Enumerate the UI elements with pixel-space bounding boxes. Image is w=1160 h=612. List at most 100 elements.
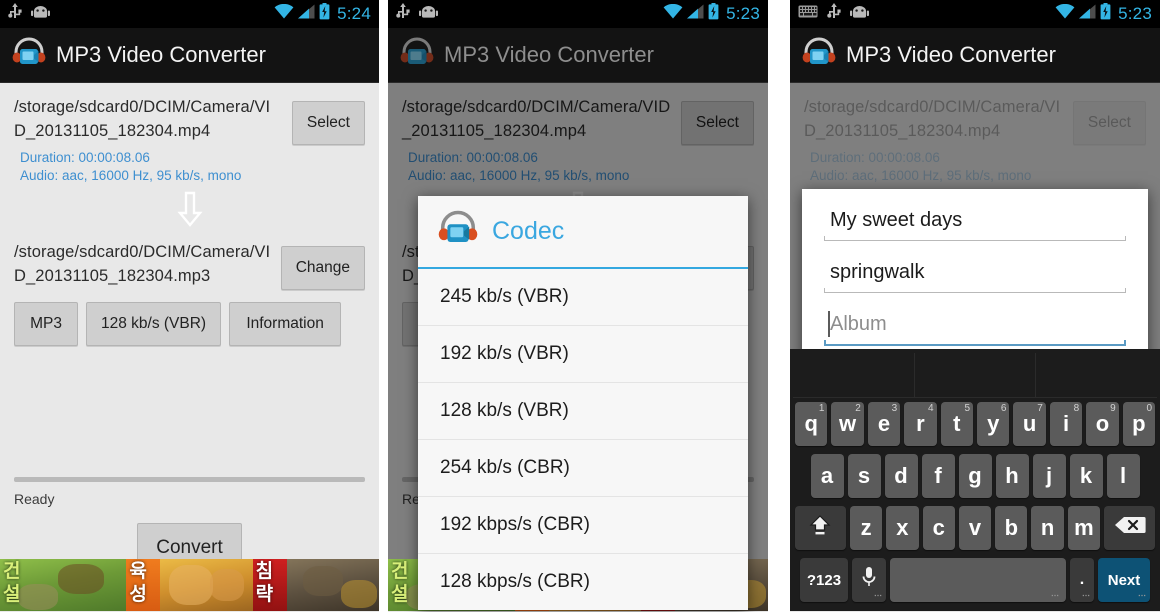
key-f[interactable]: f [921,454,955,498]
key-n[interactable]: n [1031,506,1064,550]
information-button[interactable]: Information [229,302,342,346]
artist-field[interactable]: springwalk [824,255,1126,293]
key-v[interactable]: v [958,506,992,550]
source-duration: Duration: 00:00:08.06 [20,150,150,165]
app-title: MP3 Video Converter [444,42,654,67]
app-logo-icon [400,37,434,74]
signal-icon [687,4,704,24]
key-b[interactable]: b [995,506,1028,550]
status-bar-left-icons [798,3,869,25]
period-key[interactable]: . ⋯ [1070,558,1094,602]
status-bar-left-icons [396,3,438,25]
key-e[interactable]: 3e [867,402,901,446]
main-body: /storage/sdcard0/DCIM/Camera/VID_2013110… [0,83,379,611]
album-field[interactable]: Album [824,307,1126,346]
shift-key[interactable] [795,506,846,550]
suggestion-slot[interactable] [915,353,1037,397]
ad-label: 건설 [391,560,409,605]
phone-panel-main: 5:24 MP3 Video Converter /storage/sdcard… [0,0,379,612]
key-z[interactable]: z [849,506,883,550]
key-d[interactable]: d [884,454,918,498]
key-g[interactable]: g [958,454,992,498]
ad-banner[interactable]: 건설 육성 침략 [0,559,379,611]
battery-charging-icon [1100,3,1111,25]
conversion-arrow [14,191,365,232]
key-l[interactable]: l [1106,454,1140,498]
album-field-underline [824,344,1126,346]
key-c[interactable]: c [922,506,955,550]
codec-option[interactable]: 245 kb/s (VBR) [418,269,748,326]
main-body: /storage/sdcard0/DCIM/Camera/VID_2013110… [790,83,1160,611]
ad-label: 침략 [255,560,274,605]
main-body: /storage/sdcard0/DCIM/Camera/VID_2013110… [388,83,768,611]
key-y[interactable]: 6y [977,402,1010,446]
key-u[interactable]: 7u [1013,402,1046,446]
codec-option[interactable]: 128 kb/s (VBR) [418,383,748,440]
ad-segment[interactable]: 침략 [252,559,379,611]
android-debug-icon [31,5,50,24]
key-q[interactable]: 1q [794,402,828,446]
signal-icon [1079,4,1096,24]
title-field-value: My sweet days [830,209,963,231]
ad-segment[interactable]: 건설 [0,559,127,611]
panel-separator [379,0,388,612]
status-bar: 5:24 [0,0,379,28]
key-e-number: 3 [891,403,898,414]
key-a[interactable]: a [810,454,844,498]
key-q-number: 1 [818,403,825,414]
key-p[interactable]: 0p [1122,402,1156,446]
options-row: MP3 128 kb/s (VBR) Information [14,302,365,346]
title-field[interactable]: My sweet days [824,203,1126,241]
backspace-key[interactable] [1104,506,1155,550]
keyboard-icon [798,5,818,23]
action-bar: MP3 Video Converter [388,28,768,83]
headphones-video-icon [438,210,478,253]
symbols-key[interactable]: ?123 [800,558,848,602]
progress-bar [14,477,365,482]
key-r-number: 4 [928,403,934,414]
usb-icon [396,3,410,25]
key-m[interactable]: m [1067,506,1101,550]
status-bar: 5:23 [790,0,1160,28]
next-key[interactable]: Next ⋯ [1098,558,1150,602]
codec-option[interactable]: 254 kb/s (CBR) [418,440,748,497]
codec-option[interactable]: 192 kbps/s (CBR) [418,497,748,554]
bitrate-button[interactable]: 128 kb/s (VBR) [86,302,222,346]
change-button[interactable]: Change [280,246,365,290]
key-i[interactable]: 8i [1049,402,1083,446]
key-i-number: 8 [1073,403,1080,414]
ad-label: 건설 [3,560,21,605]
codec-option[interactable]: 192 kb/s (VBR) [418,326,748,383]
phone-panel-codec: 5:23 MP3 Video Converter /storage/sdcard… [388,0,768,612]
codec-option[interactable]: 128 kbps/s (CBR) [418,554,748,610]
key-o[interactable]: 9o [1086,402,1119,446]
suggestion-slot[interactable] [1036,353,1157,397]
progress-area: Ready [14,477,365,507]
key-j[interactable]: j [1032,454,1066,498]
status-bar-left-icons [8,3,50,25]
title-field-underline [824,240,1126,241]
ad-segment[interactable]: 육성 [126,559,253,611]
key-t[interactable]: 5t [940,402,973,446]
key-s[interactable]: s [847,454,881,498]
app-title: MP3 Video Converter [846,42,1056,67]
action-bar: MP3 Video Converter [0,28,379,83]
format-button[interactable]: MP3 [14,302,78,346]
key-r[interactable]: 4r [904,402,937,446]
suggestion-slot[interactable] [793,353,915,397]
suggestion-strip[interactable] [793,353,1157,398]
key-w[interactable]: 2w [831,402,864,446]
space-key[interactable]: ⋯ [890,558,1066,602]
key-w-number: 2 [855,403,861,414]
select-button[interactable]: Select [291,101,365,145]
app-title: MP3 Video Converter [56,42,266,67]
battery-charging-icon [708,3,719,25]
codec-dialog-header: Codec [418,196,748,267]
key-o-number: 9 [1110,403,1116,414]
mic-key[interactable]: ⋯ [852,558,886,602]
key-x[interactable]: x [886,506,919,550]
status-bar-clock: 5:24 [337,4,371,23]
key-k[interactable]: k [1069,454,1103,498]
key-h[interactable]: h [995,454,1029,498]
key-p-number: 0 [1146,403,1153,414]
